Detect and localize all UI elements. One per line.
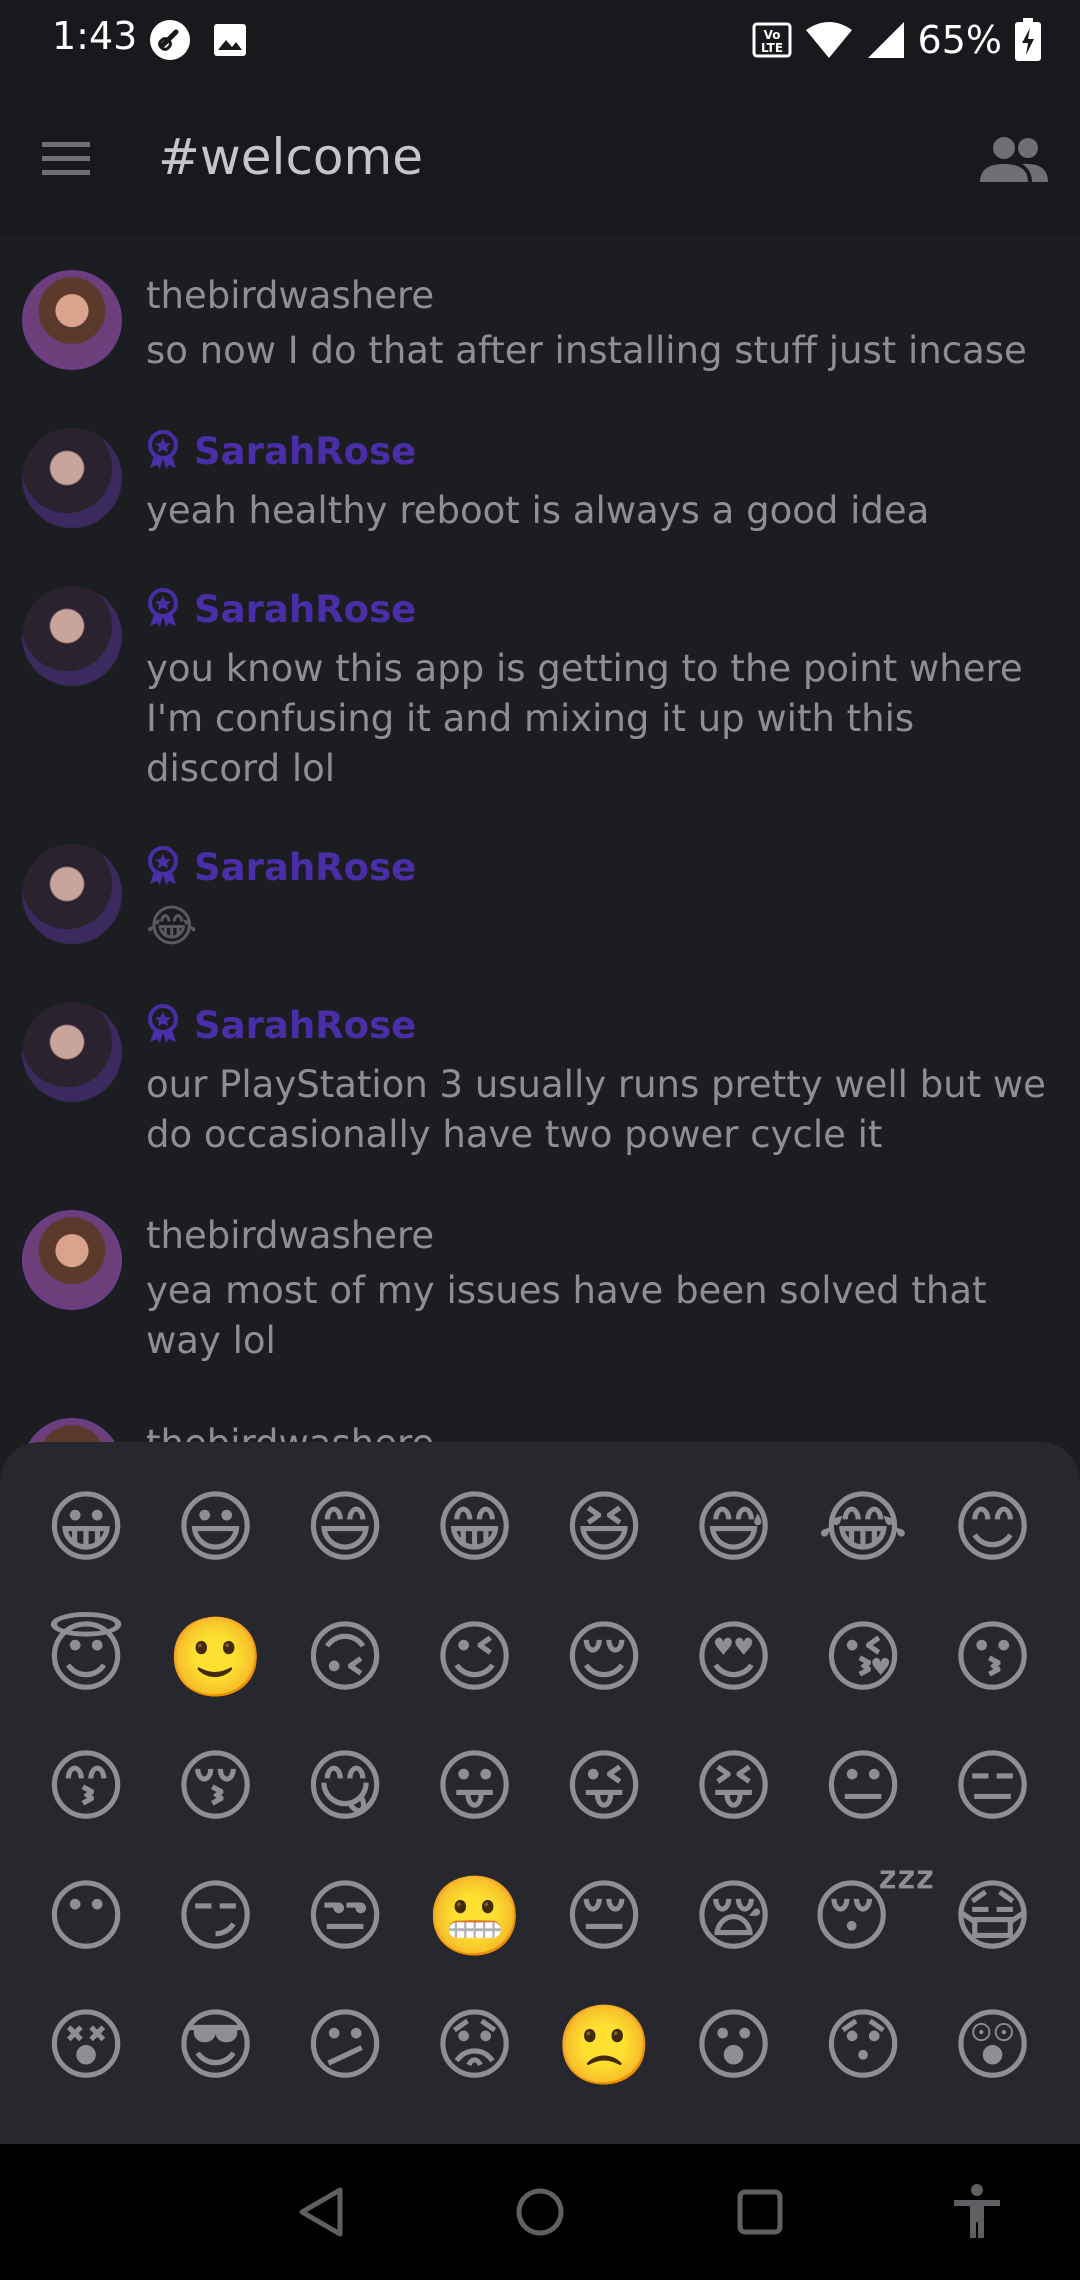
emoji-button[interactable]: 😗 (941, 1606, 1045, 1710)
emoji-button[interactable]: 😶 (34, 1865, 138, 1969)
emoji-button[interactable]: 😝 (682, 1735, 786, 1839)
emoji-button[interactable]: 🙁 (552, 1994, 656, 2098)
svg-text:LTE: LTE (761, 41, 783, 55)
emoji-button[interactable]: 😙 (34, 1735, 138, 1839)
emoji-button[interactable]: 😬 (423, 1865, 527, 1969)
emoji-button[interactable]: 😑 (941, 1735, 1045, 1839)
emoji-button[interactable]: 😆 (552, 1476, 656, 1580)
message-author[interactable]: thebirdwashere (146, 1214, 434, 1257)
emoji-button[interactable]: 🙂 (164, 1606, 268, 1710)
message-list[interactable]: thebirdwashere so now I do that after in… (0, 236, 1080, 1446)
moderator-badge-icon (148, 846, 178, 885)
author-name: SarahRose (194, 846, 417, 889)
message-author[interactable]: SarahRose (146, 588, 416, 631)
emoji-button[interactable]: 😂 (811, 1476, 915, 1580)
members-icon[interactable] (978, 134, 1050, 186)
emoji-button[interactable]: 😷 (941, 1865, 1045, 1969)
author-name: SarahRose (194, 430, 417, 473)
message-author[interactable]: SarahRose (146, 1004, 416, 1047)
message-text: so now I do that after installing stuff … (146, 329, 1027, 372)
emoji-button[interactable]: 😕 (293, 1994, 397, 2098)
message-text: yea most of my issues have been solved t… (146, 1269, 987, 1362)
svg-text:Vo: Vo (763, 28, 780, 42)
link-notification-icon (150, 20, 190, 60)
emoji-button[interactable]: 😜 (552, 1735, 656, 1839)
emoji-button[interactable]: 😘 (811, 1606, 915, 1710)
hamburger-menu-icon[interactable] (38, 132, 94, 184)
moderator-badge-icon (148, 588, 178, 627)
message-text: our PlayStation 3 usually runs pretty we… (146, 1063, 1046, 1156)
emoji-button[interactable]: 😲 (941, 1994, 1045, 2098)
emoji-button[interactable]: 😔 (552, 1865, 656, 1969)
message-author[interactable]: SarahRose (146, 846, 416, 889)
battery-charging-icon (1015, 18, 1041, 61)
user-avatar[interactable] (22, 270, 122, 370)
channel-header: #welcome (0, 80, 1080, 236)
user-avatar[interactable] (22, 844, 122, 944)
recents-icon[interactable] (725, 2182, 795, 2242)
emoji-button[interactable]: 😏 (164, 1865, 268, 1969)
emoji-button[interactable]: 😟 (423, 1994, 527, 2098)
emoji-button[interactable]: 🙃 (293, 1606, 397, 1710)
author-name: SarahRose (194, 588, 417, 631)
volte-icon: Vo LTE (752, 22, 792, 58)
user-avatar[interactable] (22, 586, 122, 686)
message-author[interactable]: SarahRose (146, 430, 416, 473)
accessibility-icon[interactable] (942, 2182, 1012, 2242)
emoji-button[interactable]: 😁 (423, 1476, 527, 1580)
cellular-signal-icon (867, 22, 904, 58)
user-avatar[interactable] (22, 1210, 122, 1310)
message-text: you know this app is getting to the poin… (146, 647, 1023, 790)
emoji-button[interactable]: 😒 (293, 1865, 397, 1969)
author-name: SarahRose (194, 1004, 417, 1047)
emoji-button[interactable]: 😛 (423, 1735, 527, 1839)
moderator-badge-icon (148, 1004, 178, 1043)
message-emoji: 😂 (146, 901, 198, 952)
wifi-icon (805, 22, 852, 58)
home-icon[interactable] (505, 2182, 575, 2242)
emoji-button[interactable]: 😋 (293, 1735, 397, 1839)
emoji-button[interactable]: 😊 (941, 1476, 1045, 1580)
moderator-badge-icon (148, 430, 178, 469)
emoji-button[interactable]: 😐 (811, 1735, 915, 1839)
channel-title: #welcome (158, 128, 423, 186)
emoji-button[interactable]: 😴 (811, 1865, 936, 1969)
system-navigation-bar (0, 2144, 1080, 2280)
user-avatar[interactable] (22, 1002, 122, 1102)
emoji-button[interactable]: 😪 (682, 1865, 786, 1969)
emoji-button[interactable]: 😉 (423, 1606, 527, 1710)
status-time: 1:43 (52, 14, 138, 58)
emoji-button[interactable]: 😯 (811, 1994, 915, 2098)
emoji-button[interactable]: 😅 (682, 1476, 786, 1580)
emoji-button[interactable]: 😎 (164, 1994, 268, 2098)
emoji-button[interactable]: 😮 (682, 1994, 786, 2098)
emoji-button[interactable]: 😍 (682, 1606, 786, 1710)
emoji-button[interactable]: 😵 (34, 1994, 138, 2098)
user-avatar[interactable] (22, 428, 122, 528)
emoji-picker[interactable]: 😀 😃 😄 😁 😆 😅 😂 😊 😇 🙂 🙃 😉 😌 😍 😘 😗 😙 😚 😋 😛 😜 😝 😐 😑 😶 😏 😒 😬 😔 😪 😴 😷 😵 😎 😕 😟 🙁 😮 😯 😲 (0, 1442, 1080, 2144)
emoji-button[interactable]: 😀 (34, 1476, 138, 1580)
battery-percent: 65% (917, 18, 1002, 62)
message-text: yeah healthy reboot is always a good ide… (146, 489, 930, 532)
emoji-button[interactable]: 😃 (164, 1476, 268, 1580)
emoji-button[interactable]: 😚 (164, 1735, 268, 1839)
emoji-button[interactable]: 😌 (552, 1606, 656, 1710)
status-bar: 1:43 Vo LTE 65% (0, 0, 1080, 80)
image-notification-icon (214, 24, 246, 56)
emoji-button[interactable]: 😇 (34, 1606, 138, 1710)
back-icon[interactable] (288, 2182, 358, 2242)
message-author[interactable]: thebirdwashere (146, 274, 434, 317)
emoji-button[interactable]: 😄 (293, 1476, 397, 1580)
